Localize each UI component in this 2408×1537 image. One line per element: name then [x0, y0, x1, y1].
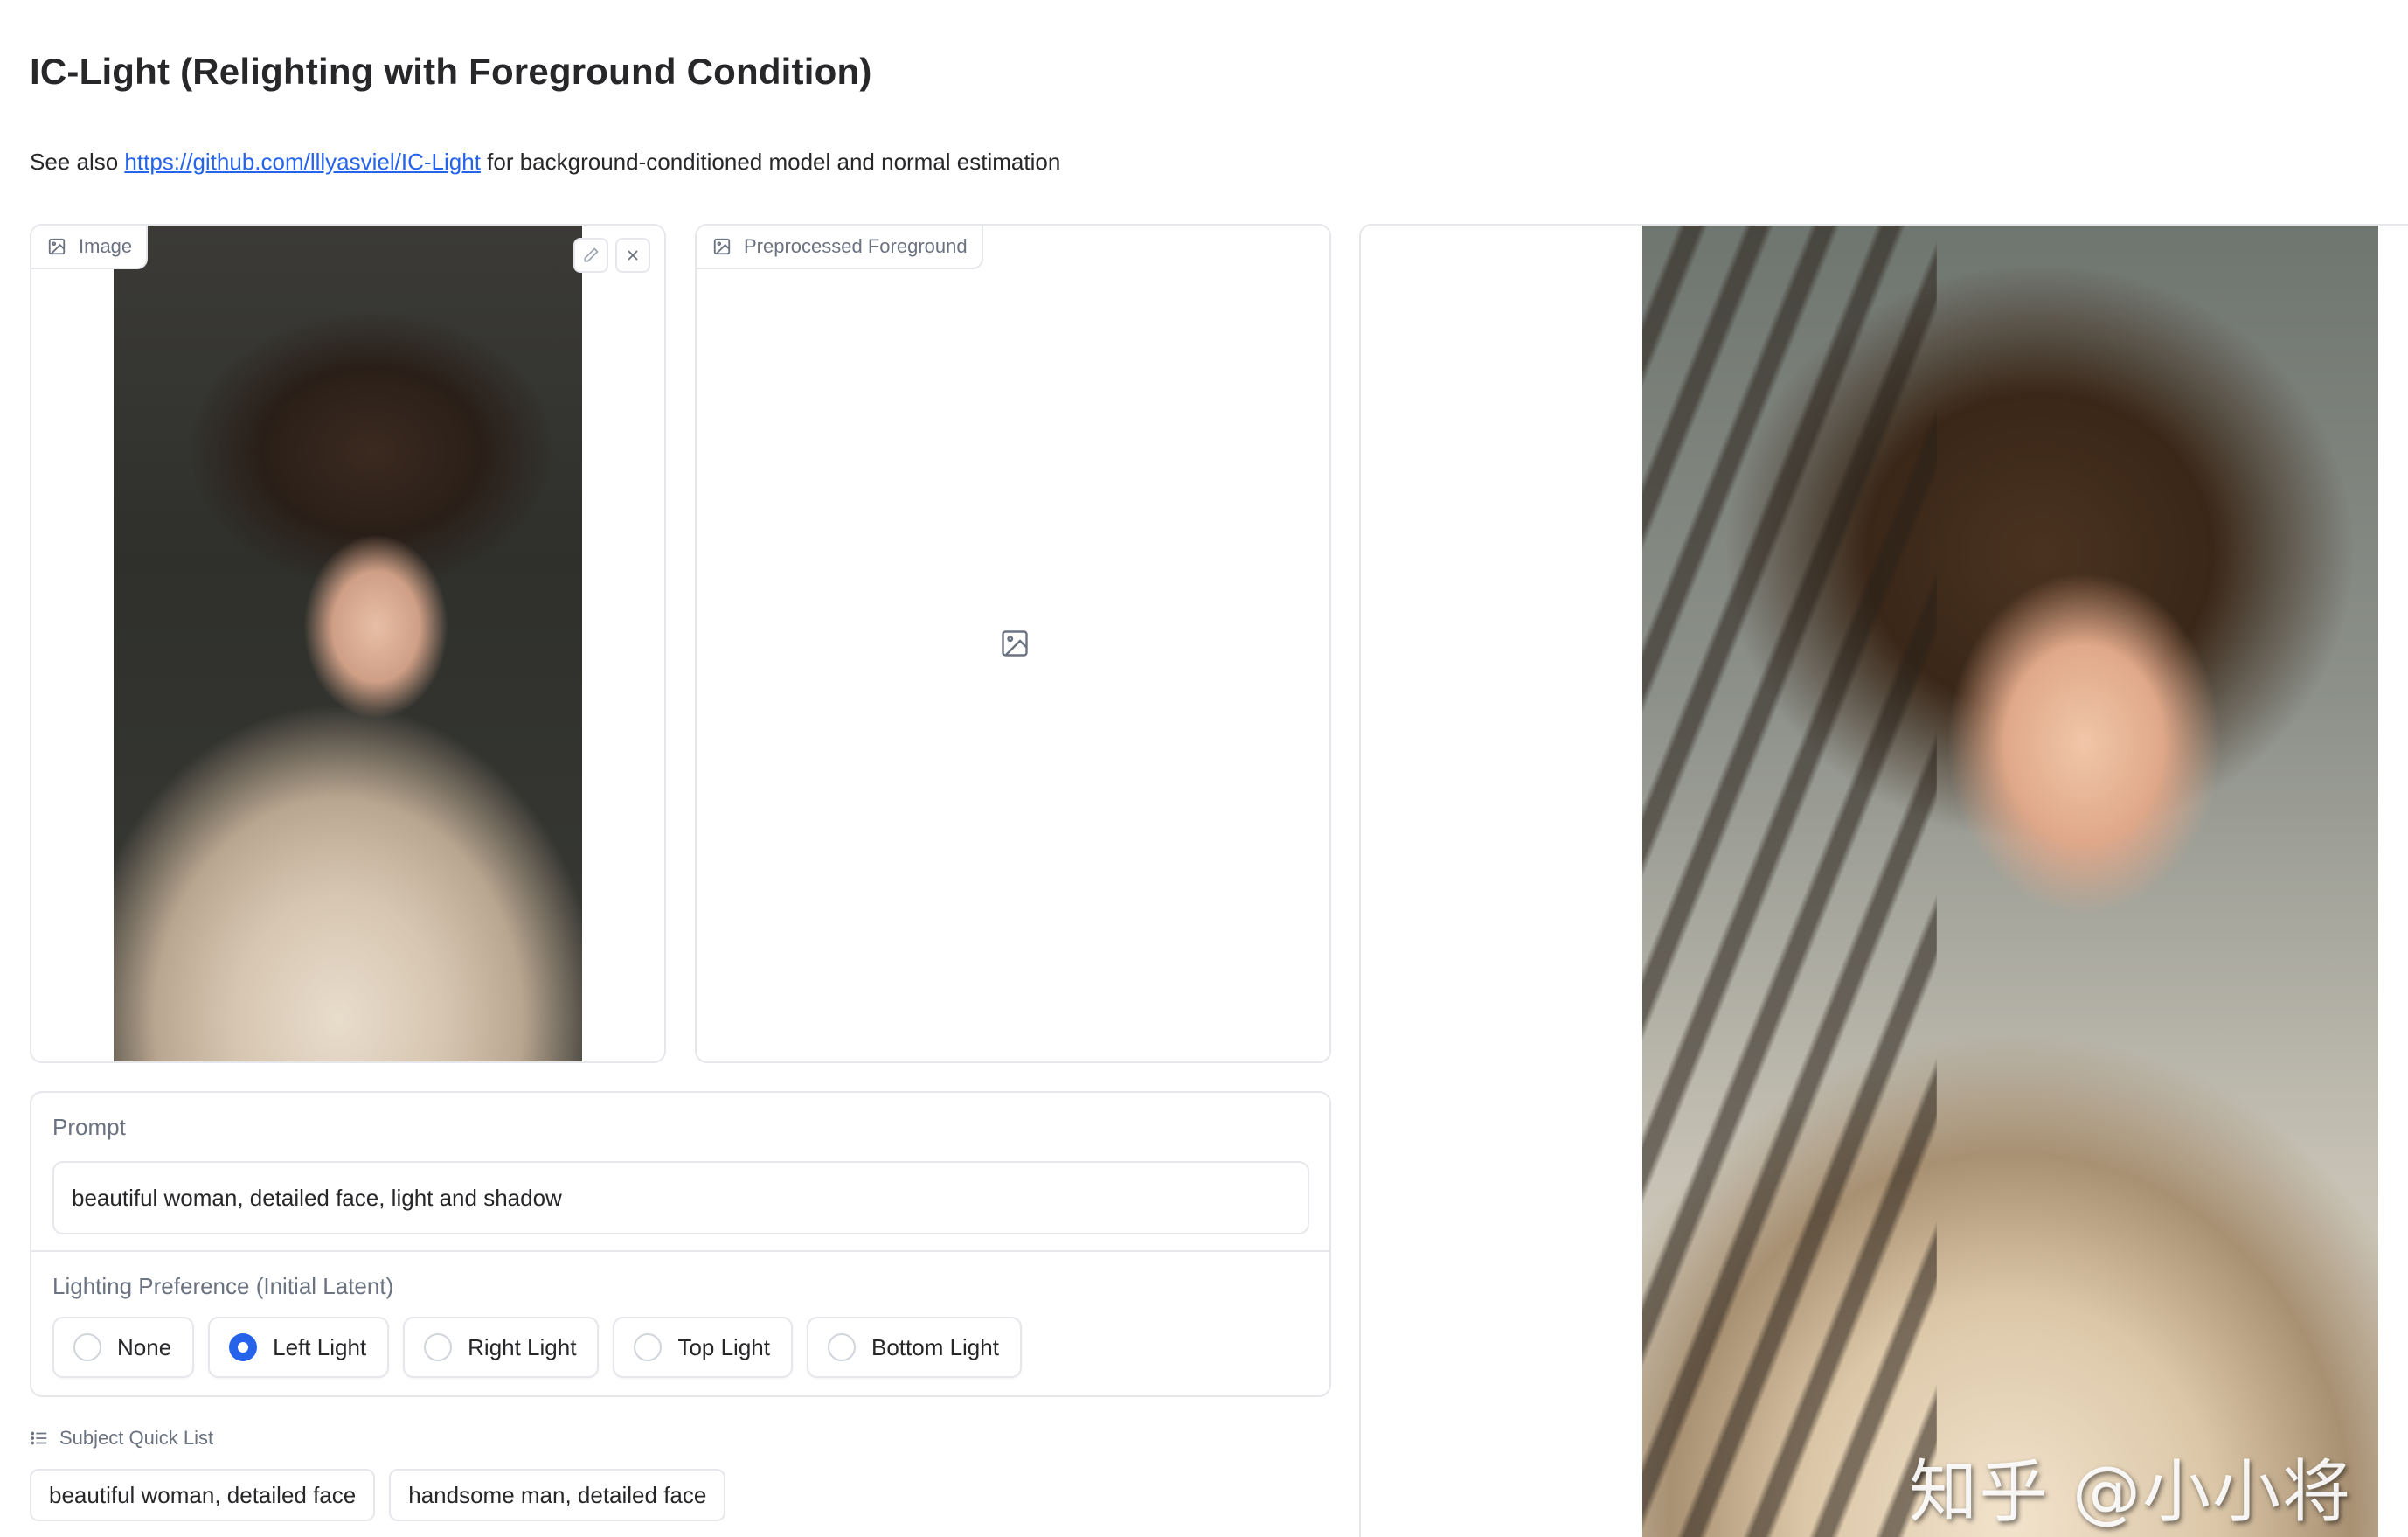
- radio-label: Left Light: [273, 1333, 367, 1360]
- lighting-option-left-light[interactable]: Left Light: [208, 1317, 390, 1378]
- list-icon: [31, 1431, 47, 1445]
- page-subtitle: See also https://github.com/lllyasviel/I…: [30, 149, 1060, 176]
- radio-dot: [634, 1333, 663, 1361]
- subtitle-suffix: for background-conditioned model and nor…: [480, 149, 1061, 175]
- radio-label: Top Light: [677, 1333, 770, 1360]
- input-image-label-text: Image: [79, 235, 133, 257]
- close-icon: [628, 250, 638, 261]
- lighting-option-none[interactable]: None: [52, 1317, 195, 1378]
- lighting-option-top-light[interactable]: Top Light: [613, 1317, 793, 1378]
- quick-list-label: Subject Quick List: [30, 1427, 213, 1450]
- watermark-text: 知乎 @小小将: [1909, 1453, 2352, 1532]
- lighting-radio-group: None Left Light Right Light Top Light Bo…: [52, 1317, 1022, 1378]
- subtitle-prefix: See also: [30, 149, 125, 175]
- input-image-label: Image: [31, 226, 149, 269]
- image-icon: [713, 238, 731, 255]
- radio-dot: [424, 1333, 453, 1361]
- output-photo[interactable]: 知乎 @小小将: [1642, 226, 2378, 1537]
- radio-dot: [73, 1333, 101, 1361]
- controls-divider: [31, 1250, 1329, 1252]
- image-actions: [573, 238, 650, 273]
- image-placeholder-icon: [1002, 630, 1028, 657]
- lighting-label: Lighting Preference (Initial Latent): [52, 1273, 394, 1299]
- lighting-option-bottom-light[interactable]: Bottom Light: [806, 1317, 1022, 1378]
- quick-list-items: beautiful woman, detailed face handsome …: [30, 1469, 726, 1521]
- radio-dot: [827, 1333, 856, 1361]
- output-gallery-panel: 知乎 @小小将: [1359, 224, 2408, 1537]
- pencil-icon: [584, 247, 599, 262]
- radio-dot-checked: [229, 1333, 258, 1361]
- input-image-panel[interactable]: Image: [30, 224, 666, 1063]
- clear-image-button[interactable]: [615, 238, 650, 273]
- github-link[interactable]: https://github.com/lllyasviel/IC-Light: [124, 149, 481, 175]
- preprocessed-foreground-panel: Preprocessed Foreground: [695, 224, 1331, 1063]
- input-photo: [114, 226, 582, 1061]
- preprocessed-label-text: Preprocessed Foreground: [744, 235, 968, 257]
- page-title: IC-Light (Relighting with Foreground Con…: [30, 51, 872, 92]
- radio-label: Bottom Light: [871, 1333, 999, 1360]
- app-root: IC-Light (Relighting with Foreground Con…: [0, 0, 2408, 1537]
- preprocessed-label: Preprocessed Foreground: [697, 226, 983, 269]
- prompt-input[interactable]: beautiful woman, detailed face, light an…: [52, 1161, 1309, 1234]
- quick-list-item[interactable]: beautiful woman, detailed face: [30, 1469, 376, 1521]
- radio-label: Right Light: [468, 1333, 577, 1360]
- edit-image-button[interactable]: [573, 238, 608, 273]
- radio-label: None: [117, 1333, 172, 1360]
- lighting-option-right-light[interactable]: Right Light: [403, 1317, 600, 1378]
- prompt-label: Prompt: [52, 1114, 126, 1140]
- quick-list-item[interactable]: handsome man, detailed face: [389, 1469, 726, 1521]
- quick-list-label-text: Subject Quick List: [59, 1427, 214, 1449]
- controls-panel: Prompt beautiful woman, detailed face, l…: [30, 1091, 1331, 1397]
- image-icon: [48, 238, 66, 255]
